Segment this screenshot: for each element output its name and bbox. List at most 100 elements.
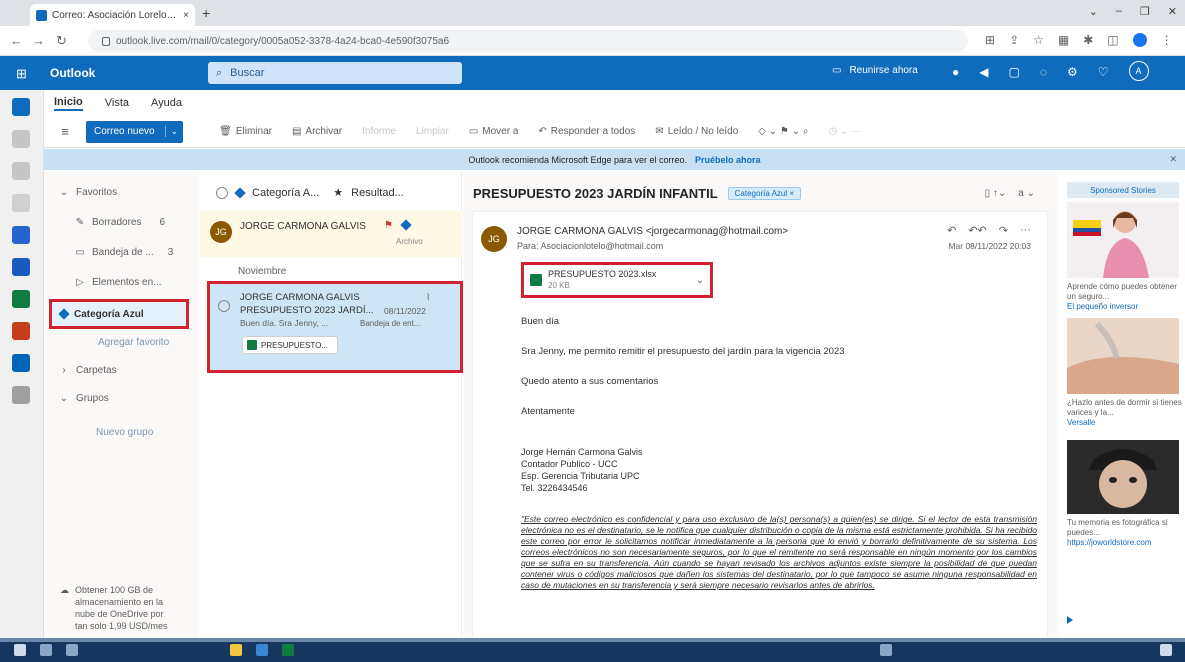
account-avatar[interactable]: A (1128, 61, 1149, 81)
reply-icon[interactable]: ↶ (947, 224, 956, 237)
new-mail-button[interactable]: Correo nuevo ⌄ (86, 120, 184, 143)
teams-icon[interactable]: ● (952, 65, 959, 81)
folder-item-drafts[interactable]: ✎ Borradores 6 (74, 212, 165, 232)
start-icon[interactable] (14, 644, 26, 656)
list-item-selected[interactable]: JORGE CARMONA GALVIS ⌇ PRESUPUESTO 2023 … (207, 281, 463, 373)
ad-image-man[interactable] (1067, 440, 1179, 514)
notifications-icon[interactable]: ◌ (1040, 65, 1047, 81)
ad-image-woman[interactable] (1067, 202, 1179, 278)
onedrive-app-icon[interactable] (12, 354, 30, 372)
banner-close-icon[interactable]: ✕ (1169, 154, 1177, 165)
people-app-icon[interactable] (12, 162, 30, 180)
new-group-link[interactable]: Nuevo grupo (96, 422, 153, 442)
more-icon[interactable]: ··· (1020, 224, 1031, 237)
favorites-header[interactable]: ⌄ Favoritos (58, 182, 117, 202)
task-view-icon[interactable] (66, 644, 78, 656)
excel-taskbar-icon[interactable] (282, 644, 294, 656)
ad-image-leg[interactable] (1067, 318, 1179, 394)
hamburger-icon[interactable]: ≡ (52, 124, 78, 139)
attachment-card[interactable]: PRESUPUESTO 2023.xlsx 20 KB ⌄ (521, 262, 713, 298)
move-to-button[interactable]: ▭ Mover a (469, 126, 519, 137)
delete-button[interactable]: 🗑 Eliminar (219, 126, 272, 137)
onedrive-upsell[interactable]: ☁ Obtener 100 GB de almacenamiento en la… (60, 584, 170, 632)
powerpoint-app-icon[interactable] (12, 322, 30, 340)
sidepanel-icon[interactable]: ◫ (1107, 33, 1118, 47)
flag-icon[interactable]: ⚑ (384, 220, 393, 231)
folder-item-sent[interactable]: ▷ Elementos en... (74, 272, 161, 292)
translate-icon[interactable]: ▯ ↑⌄ (985, 188, 1007, 199)
zoom-icon[interactable]: a ⌄ (1018, 188, 1035, 199)
back-icon[interactable]: ← (10, 33, 23, 48)
browser-menu-icon[interactable]: ⋮ (1161, 33, 1173, 47)
read-unread-button[interactable]: ✉ Leído / No leído (655, 126, 738, 137)
sender-address[interactable]: JORGE CARMONA GALVIS <jorgecarmonag@hotm… (517, 226, 788, 237)
folder-item-inbox[interactable]: ▭ Bandeja de ... 3 (74, 242, 173, 262)
todo-app-icon[interactable] (12, 226, 30, 244)
tab-ayuda[interactable]: Ayuda (151, 97, 182, 109)
results-label[interactable]: Resultad... (351, 187, 404, 199)
calendar-app-icon[interactable] (12, 130, 30, 148)
forward-icon[interactable]: → (32, 33, 45, 48)
sweep-button[interactable]: Limpiar (416, 126, 449, 137)
explorer-icon[interactable] (230, 644, 242, 656)
my-day-icon[interactable]: ▢ (1008, 65, 1019, 81)
bookmark-star-icon[interactable]: ☆ (1033, 33, 1044, 47)
more-actions-button[interactable]: ◷ ⌄ ··· (828, 126, 861, 137)
tab-vista[interactable]: Vista (105, 97, 129, 109)
attach-app-icon[interactable] (12, 194, 30, 212)
extensions-puzzle-icon[interactable]: ✱ (1083, 33, 1093, 47)
report-button[interactable]: Informe (362, 126, 396, 137)
outlook-brand[interactable]: Outlook (50, 66, 95, 80)
notification-icon[interactable] (1160, 644, 1172, 656)
archive-button[interactable]: ▤ Archivar (292, 126, 342, 137)
word-app-icon[interactable] (12, 258, 30, 276)
tray-icon[interactable] (880, 644, 892, 656)
tips-icon[interactable]: ♡ (1098, 65, 1109, 81)
search-input[interactable]: ⌕ Buscar (208, 62, 462, 84)
url-field[interactable]: outlook.live.com/mail/0/category/0005a05… (88, 30, 968, 52)
taskbar (0, 638, 1185, 662)
chevron-down-icon[interactable]: ⌄ (166, 126, 184, 137)
groups-header[interactable]: ⌄ Grupos (58, 388, 109, 408)
tab-close-icon[interactable]: × (183, 10, 189, 21)
banner-link[interactable]: Pruébelo ahora (695, 155, 761, 165)
tab-inicio[interactable]: Inicio (54, 96, 83, 111)
reply-all-icon[interactable]: ↶↶ (968, 224, 986, 237)
app-launcher-icon[interactable]: ⊞ (16, 66, 27, 82)
add-favorite-link[interactable]: Agregar favorito (98, 332, 169, 352)
ad-caption[interactable]: ¿Hazlo antes de dormir si tienes varices… (1067, 398, 1183, 428)
mail-app-icon[interactable] (12, 98, 30, 116)
excel-app-icon[interactable] (12, 290, 30, 308)
forward-icon[interactable]: ↷ (999, 224, 1008, 237)
settings-gear-icon[interactable]: ⚙ (1067, 65, 1078, 81)
announcement-icon[interactable]: ◀ (979, 65, 988, 81)
ad-caption[interactable]: Aprende cómo puedes obtener un seguro...… (1067, 282, 1183, 312)
folder-item-categoria-azul[interactable]: Categoría Azul (49, 299, 189, 329)
extensions-grid-icon[interactable]: ▦ (1058, 33, 1069, 47)
select-all-checkbox[interactable] (216, 186, 228, 199)
folders-header[interactable]: › Carpetas (58, 360, 116, 380)
browser-tab[interactable]: Correo: Asociación Lorelo Apaj... × (30, 4, 195, 26)
ad-caption[interactable]: Tu memoria es fotográfica si puedes... h… (1067, 518, 1183, 548)
reply-all-button[interactable]: ↶ Responder a todos (538, 126, 635, 137)
share-icon[interactable]: ⇪ (1009, 33, 1019, 47)
tag-button[interactable]: ◇ ⌄ ⚑ ⌄ ⌕ (758, 126, 808, 137)
install-app-icon[interactable]: ⊞ (985, 33, 995, 47)
category-tag[interactable]: Categoría Azul × (727, 187, 802, 200)
close-window-button[interactable]: ✕ (1168, 5, 1177, 18)
chevron-down-icon[interactable]: ⌄ (696, 275, 704, 286)
new-tab-button[interactable]: + (202, 5, 210, 21)
meet-now-button[interactable]: ▭ Reunirse ahora (832, 65, 918, 76)
minimize-button[interactable]: – (1116, 5, 1122, 18)
list-item-pinned[interactable]: JG JORGE CARMONA GALVIS ⚑ Archivo (200, 211, 462, 257)
more-apps-icon[interactable] (12, 386, 30, 404)
attachment-chip[interactable]: PRESUPUESTO... (242, 336, 338, 354)
reload-icon[interactable]: ↻ (56, 33, 67, 49)
adchoices-icon[interactable] (1067, 616, 1073, 624)
tab-search-icon[interactable]: ⌄ (1089, 5, 1098, 18)
profile-avatar-icon[interactable] (1132, 33, 1147, 47)
maximize-button[interactable]: ❐ (1140, 5, 1150, 18)
search-icon[interactable] (40, 644, 52, 656)
item-checkbox[interactable] (218, 300, 230, 312)
chrome-icon[interactable] (256, 644, 268, 656)
